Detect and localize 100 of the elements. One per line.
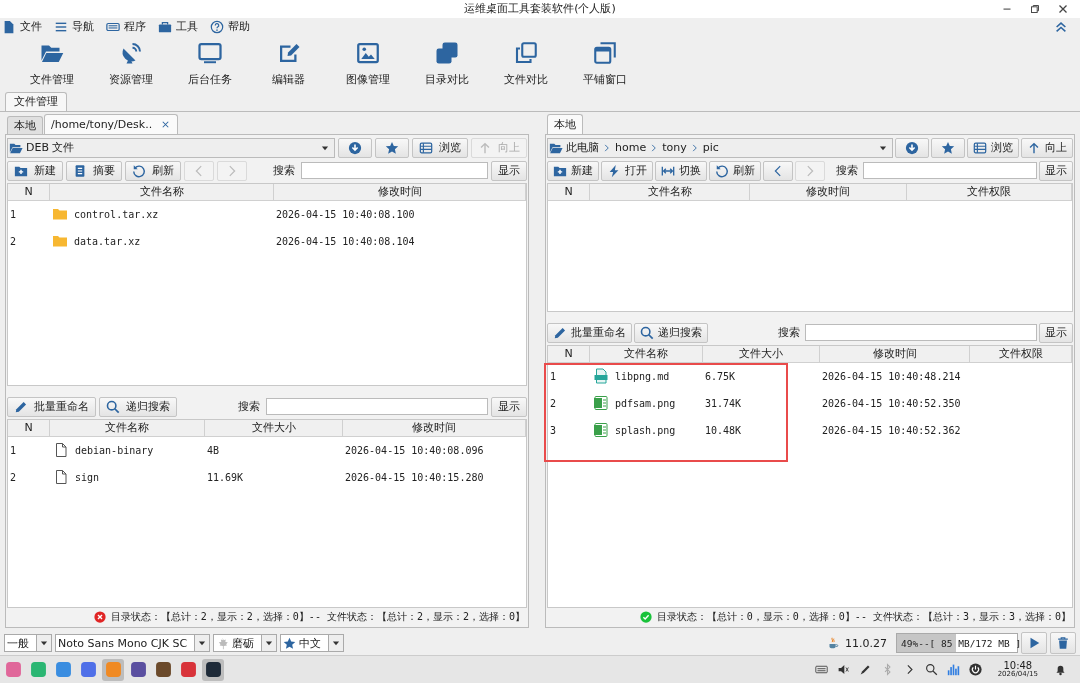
button[interactable]: 刷新 bbox=[709, 160, 761, 181]
toolbar-button[interactable]: 平铺窗口 bbox=[565, 40, 644, 87]
column-header[interactable]: 文件大小 bbox=[703, 345, 820, 363]
tab[interactable]: 本地 bbox=[547, 113, 583, 134]
column-header[interactable]: N bbox=[8, 183, 50, 201]
show-button[interactable]: 显示 bbox=[1039, 322, 1073, 343]
monitor-icon bbox=[197, 40, 222, 65]
button[interactable]: 新建 bbox=[547, 160, 599, 181]
toolbar-button[interactable]: 目录对比 bbox=[407, 40, 486, 87]
tab[interactable]: 文件管理 bbox=[5, 91, 67, 111]
show-button[interactable]: 显示 bbox=[491, 160, 527, 181]
menu-item[interactable]: 导航 bbox=[52, 17, 98, 36]
table-cell-text: 11.69K bbox=[206, 471, 245, 483]
table-cell-text: 1 bbox=[9, 208, 18, 220]
column-header[interactable]: 文件权限 bbox=[907, 183, 1072, 201]
windows-icon bbox=[592, 40, 617, 65]
column-header[interactable]: 修改时间 bbox=[750, 183, 907, 201]
table-cell-text: 2026-04-15 10:40:08.100 bbox=[275, 208, 416, 220]
search-field[interactable] bbox=[863, 162, 1037, 180]
toolbar-button[interactable]: 后台任务 bbox=[170, 40, 249, 87]
column-header[interactable]: 文件名称 bbox=[50, 419, 205, 437]
button[interactable]: 切换 bbox=[655, 160, 707, 181]
chart-icon[interactable] bbox=[946, 663, 960, 677]
star-icon bbox=[385, 140, 399, 155]
column-header[interactable]: 文件大小 bbox=[205, 419, 343, 437]
button[interactable] bbox=[375, 137, 409, 158]
search-field[interactable] bbox=[266, 398, 488, 416]
button[interactable]: 浏览 bbox=[967, 137, 1019, 158]
image-icon bbox=[355, 40, 380, 65]
version-label: 11.0.27 bbox=[845, 636, 887, 650]
play-button[interactable] bbox=[1021, 632, 1047, 655]
column-header[interactable]: 文件权限 bbox=[970, 345, 1072, 363]
toolbar-button[interactable]: 文件对比 bbox=[486, 40, 565, 87]
toolbar-button[interactable]: 编辑器 bbox=[249, 40, 328, 87]
button[interactable]: 递归搜索 bbox=[634, 322, 708, 343]
help-icon bbox=[210, 19, 224, 34]
status-text: 目录状态：【总计：2，显示：2，选择：0】-- 文件状态：【总计：2，显示：2，选择：0】 bbox=[110, 610, 525, 625]
dropdown[interactable]: 中文 bbox=[280, 634, 345, 653]
restore-icon[interactable] bbox=[1028, 2, 1042, 16]
column-header[interactable]: 文件名称 bbox=[590, 345, 703, 363]
button[interactable]: 浏览 bbox=[412, 137, 468, 158]
toolbar-button[interactable]: 图像管理 bbox=[328, 40, 407, 87]
menu-item[interactable]: 程序 bbox=[104, 17, 150, 36]
table-cell: sign bbox=[75, 471, 100, 483]
show-button[interactable]: 显示 bbox=[1039, 160, 1073, 181]
memory-text: 49%--[ 85 MB/172 MB ] bbox=[900, 637, 1022, 649]
tab[interactable]: /home/tony/Desk.. bbox=[44, 113, 179, 134]
up-arrow-icon bbox=[478, 140, 492, 155]
button[interactable]: 新建 bbox=[7, 160, 63, 181]
button[interactable]: 批量重命名 bbox=[7, 396, 96, 417]
collapse-icon[interactable] bbox=[1054, 19, 1068, 34]
column-header[interactable]: 修改时间 bbox=[343, 419, 526, 437]
search-field[interactable] bbox=[301, 162, 488, 180]
table-cell-text: 2 bbox=[9, 471, 18, 483]
column-header[interactable]: 修改时间 bbox=[820, 345, 970, 363]
button[interactable] bbox=[931, 137, 965, 158]
column-header[interactable]: N bbox=[548, 345, 590, 363]
button[interactable]: 刷新 bbox=[125, 160, 181, 181]
clock-time: 10:48 bbox=[1003, 661, 1033, 672]
power-icon[interactable] bbox=[968, 663, 982, 677]
search-icon[interactable] bbox=[924, 663, 938, 677]
document-icon bbox=[2, 19, 16, 34]
list-icon bbox=[419, 140, 433, 155]
button[interactable]: 打开 bbox=[601, 160, 653, 181]
search-field[interactable] bbox=[804, 324, 1037, 342]
refresh-icon bbox=[715, 163, 729, 178]
file-icon bbox=[593, 395, 609, 412]
button[interactable] bbox=[895, 137, 929, 158]
pen-icon[interactable] bbox=[858, 663, 872, 677]
tab[interactable]: 本地 bbox=[7, 115, 43, 134]
show-button[interactable]: 显示 bbox=[491, 396, 527, 417]
button[interactable]: 批量重命名 bbox=[547, 322, 632, 343]
column-header[interactable]: 修改时间 bbox=[274, 183, 526, 201]
dropdown[interactable]: 磨砺 bbox=[213, 634, 278, 653]
toolbar-button[interactable]: 文件管理 bbox=[12, 40, 91, 87]
button[interactable]: 摘要 bbox=[66, 160, 122, 181]
star-icon bbox=[941, 140, 955, 155]
button[interactable] bbox=[763, 160, 793, 181]
table-cell-text: 10.48K bbox=[704, 424, 743, 436]
column-header[interactable]: 文件名称 bbox=[590, 183, 750, 201]
trash-button[interactable] bbox=[1050, 632, 1076, 655]
toolbar-button[interactable]: 资源管理 bbox=[91, 40, 170, 87]
column-header[interactable]: 文件名称 bbox=[50, 183, 274, 201]
bell-icon[interactable] bbox=[1054, 663, 1067, 677]
button[interactable]: 递归搜索 bbox=[99, 396, 177, 417]
column-header[interactable]: N bbox=[8, 419, 50, 437]
path-field[interactable]: DEB 文件 bbox=[7, 137, 335, 158]
button[interactable]: 向上 bbox=[1021, 137, 1073, 158]
dropdown[interactable]: 一般 bbox=[4, 634, 52, 653]
button[interactable] bbox=[338, 137, 372, 158]
path-field[interactable]: 此电脑 home tony pic bbox=[547, 137, 893, 158]
search-label: 搜索 bbox=[238, 399, 260, 415]
dropdown[interactable]: Noto Sans Mono CJK SC bbox=[55, 634, 211, 653]
table-cell-text: 2026-04-15 10:40:52.350 bbox=[821, 397, 962, 409]
menu-item[interactable]: 文件 bbox=[0, 17, 46, 36]
menu-item[interactable]: 工具 bbox=[156, 17, 202, 36]
column-header[interactable]: N bbox=[548, 183, 590, 201]
table-cell: control.tar.xz bbox=[74, 208, 159, 220]
table-cell-text: 1 bbox=[9, 444, 18, 456]
menu-item[interactable]: 帮助 bbox=[208, 17, 254, 36]
